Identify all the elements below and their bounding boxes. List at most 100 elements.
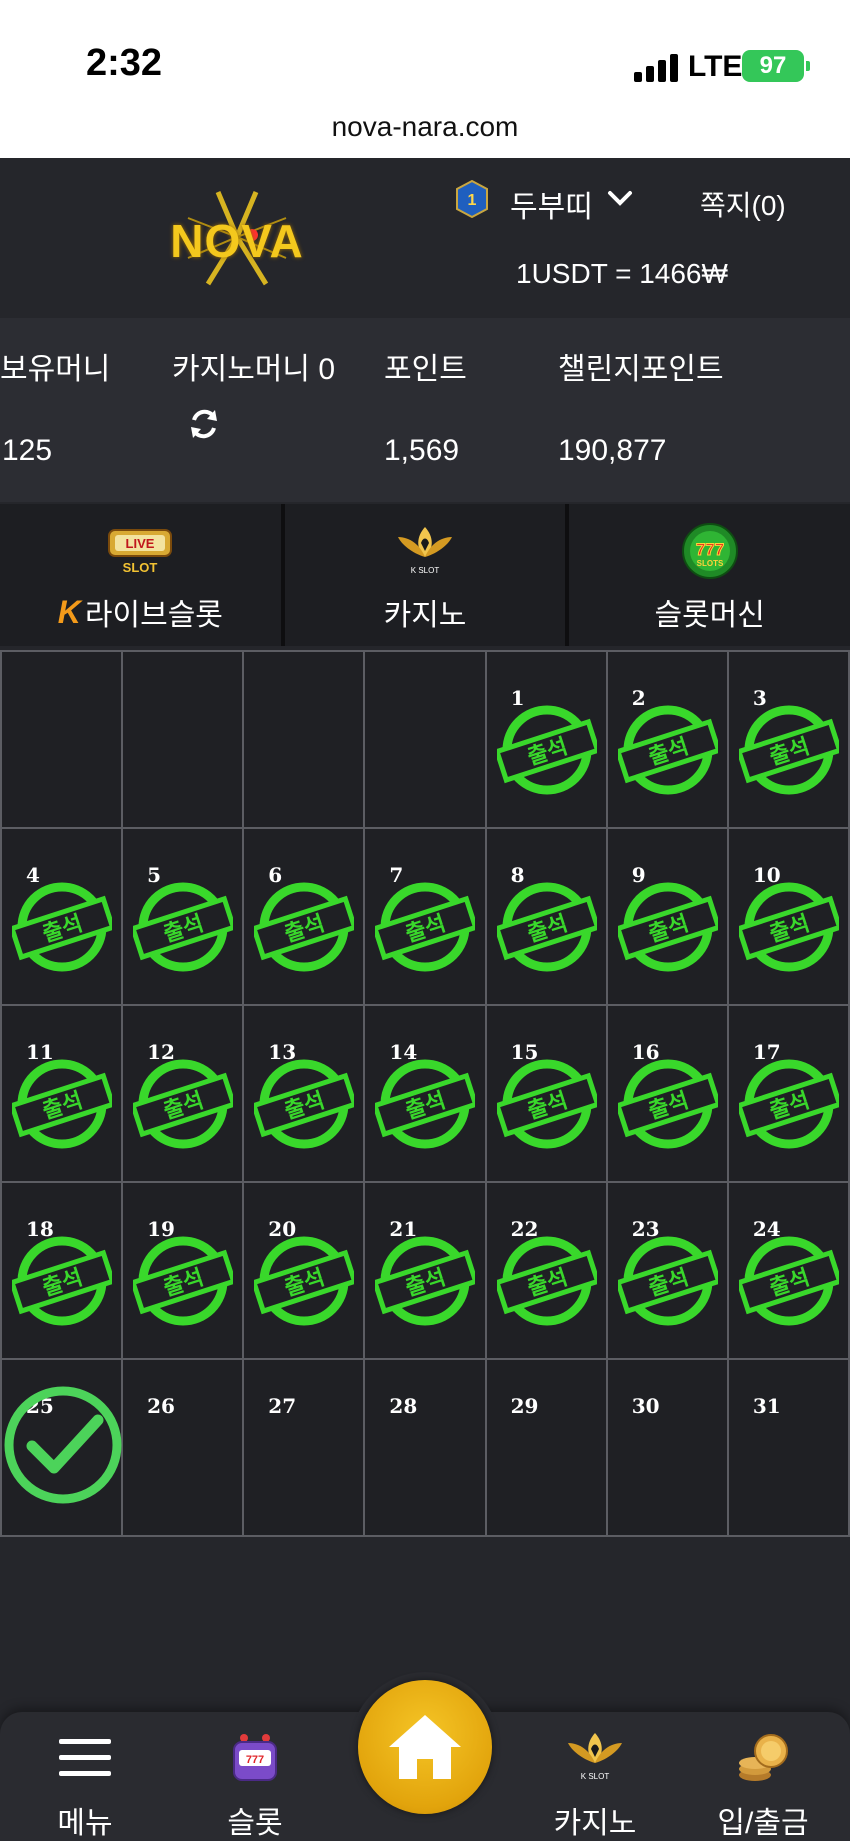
network-type: LTE [688, 50, 743, 83]
calendar-day-26[interactable]: 26 [123, 1360, 245, 1537]
day-number: 31 [752, 1394, 781, 1418]
calendar-day-3[interactable]: 3 출석 [728, 652, 850, 829]
username[interactable]: 두부띠 [510, 182, 593, 226]
tab-slot-machine[interactable]: 777 SLOTS 슬롯머신 [569, 504, 850, 646]
tab-casino-label: 카지노 [383, 599, 467, 632]
calendar-day-15[interactable]: 15 출석 [486, 1006, 608, 1183]
attendance-stamp-icon: 출석 [375, 882, 476, 972]
calendar-day-22[interactable]: 22 출석 [486, 1183, 608, 1360]
calendar-day-1[interactable]: 1 출석 [486, 652, 608, 829]
calendar-day-27[interactable]: 27 [244, 1360, 366, 1537]
refresh-icon[interactable] [186, 406, 222, 442]
attendance-stamp-icon: 출석 [254, 882, 355, 972]
calendar-day-24[interactable]: 24 출석 [728, 1183, 850, 1360]
nav-deposit-withdraw-label: 입/출금 [717, 1807, 809, 1840]
attendance-stamp-icon: 출석 [617, 1059, 718, 1149]
svg-text:K SLOT: K SLOT [411, 566, 440, 575]
challenge-points-value: 190,877 [558, 434, 667, 467]
calendar-day-5[interactable]: 5 출석 [123, 829, 245, 1006]
svg-text:SLOT: SLOT [123, 560, 158, 575]
exchange-rate: 1USDT = 1466₩ [516, 258, 728, 289]
hamburger-menu-icon [10, 1726, 160, 1790]
k-brand-icon: K [57, 593, 81, 630]
calendar-day-8[interactable]: 8 출석 [486, 829, 608, 1006]
home-button-frame [350, 1672, 500, 1822]
calendar-day-6[interactable]: 6 출석 [244, 829, 366, 1006]
day-number: 28 [389, 1394, 418, 1418]
attendance-stamp-icon: 출석 [738, 882, 839, 972]
attendance-stamp-icon: 출석 [617, 882, 718, 972]
calendar-day-16[interactable]: 16 출석 [607, 1006, 729, 1183]
attendance-stamp-icon: 출석 [12, 1059, 112, 1149]
svg-text:K SLOT: K SLOT [581, 1772, 610, 1781]
calendar-day-7[interactable]: 7 출석 [365, 829, 487, 1006]
nova-logo[interactable]: NOVA [148, 188, 326, 286]
attendance-stamp-icon: 출석 [12, 1236, 112, 1326]
calendar-empty-cell [123, 652, 245, 829]
calendar-day-25[interactable]: 25 [2, 1360, 124, 1537]
attendance-stamp-icon: 출석 [133, 1059, 234, 1149]
calendar-day-30[interactable]: 30 [607, 1360, 729, 1537]
messages-link[interactable]: 쪽지(0) [700, 184, 786, 224]
url-text: nova-nara.com [331, 111, 519, 142]
coins-stack-icon [688, 1726, 838, 1790]
calendar-day-13[interactable]: 13 출석 [244, 1006, 366, 1183]
status-time: 2:32 [86, 42, 163, 84]
tab-slot-machine-label: 슬롯머신 [654, 599, 765, 632]
attendance-stamp-icon: 출석 [617, 705, 718, 795]
nav-slot-label: 슬롯 [227, 1807, 283, 1840]
holding-money-label: 보유머니 [0, 353, 111, 386]
nav-slot[interactable]: 777 슬롯 [180, 1726, 330, 1841]
calendar-day-4[interactable]: 4 출석 [2, 829, 124, 1006]
tab-live-slot[interactable]: LIVE SLOT K 라이브슬롯 [0, 504, 285, 646]
kslot-lotus-icon: K SLOT [520, 1726, 670, 1790]
url-bar[interactable]: nova-nara.com [0, 104, 850, 158]
tab-casino[interactable]: K SLOT 카지노 [285, 504, 570, 646]
calendar-empty-cell [244, 652, 366, 829]
home-button[interactable] [358, 1680, 492, 1814]
status-bar: 2:32 LTE 97 [0, 0, 850, 104]
chevron-down-icon[interactable] [606, 186, 634, 210]
attendance-stamp-icon: 출석 [133, 882, 234, 972]
calendar-day-29[interactable]: 29 [486, 1360, 608, 1537]
calendar-day-19[interactable]: 19 출석 [123, 1183, 245, 1360]
attendance-stamp-icon: 출석 [738, 1059, 839, 1149]
calendar-day-23[interactable]: 23 출석 [607, 1183, 729, 1360]
calendar-day-21[interactable]: 21 출석 [365, 1183, 487, 1360]
nav-menu[interactable]: 메뉴 [10, 1726, 160, 1841]
day-number: 29 [510, 1394, 539, 1418]
calendar-day-9[interactable]: 9 출석 [607, 829, 729, 1006]
logo-text: NOVA [170, 215, 304, 267]
points-label: 포인트 [384, 353, 467, 386]
calendar-day-11[interactable]: 11 출석 [2, 1006, 124, 1183]
attendance-stamp-icon: 출석 [496, 1059, 597, 1149]
calendar-day-2[interactable]: 2 출석 [607, 652, 729, 829]
calendar-day-28[interactable]: 28 [365, 1360, 487, 1537]
calendar-day-18[interactable]: 18 출석 [2, 1183, 124, 1360]
attendance-stamp-icon: 출석 [496, 882, 597, 972]
points-value: 1,569 [384, 434, 460, 467]
calendar-day-20[interactable]: 20 출석 [244, 1183, 366, 1360]
rank-badge-icon: 1 [456, 180, 488, 218]
home-icon [389, 1715, 461, 1779]
nav-deposit-withdraw[interactable]: 입/출금 [688, 1726, 838, 1841]
day-number: 26 [147, 1394, 175, 1418]
calendar-day-12[interactable]: 12 출석 [123, 1006, 245, 1183]
attendance-stamp-icon: 출석 [738, 1236, 839, 1326]
calendar-day-10[interactable]: 10 출석 [728, 829, 850, 1006]
site-header: NOVA 1 두부띠 쪽지(0) 1USDT = 1466₩ [0, 158, 850, 318]
signal-icon [634, 52, 678, 82]
calendar-day-17[interactable]: 17 출석 [728, 1006, 850, 1183]
calendar-day-14[interactable]: 14 출석 [365, 1006, 487, 1183]
battery-icon: 97 [742, 50, 810, 82]
check-circle-icon [4, 1386, 122, 1504]
calendar-day-31[interactable]: 31 [728, 1360, 850, 1537]
attendance-stamp-icon: 출석 [617, 1236, 718, 1326]
casino-money-label: 카지노머니 0 [172, 353, 336, 386]
live-slot-icon: LIVE SLOT [107, 524, 173, 578]
balance-panel: 보유머니 125 카지노머니 0 포인트 1,569 챌린지포인트 190,87… [0, 318, 850, 502]
svg-text:SLOTS: SLOTS [696, 559, 723, 568]
kslot-lotus-icon: K SLOT [392, 524, 458, 578]
nav-casino[interactable]: K SLOT 카지노 [520, 1726, 670, 1841]
challenge-points-label: 챌린지포인트 [558, 353, 724, 386]
